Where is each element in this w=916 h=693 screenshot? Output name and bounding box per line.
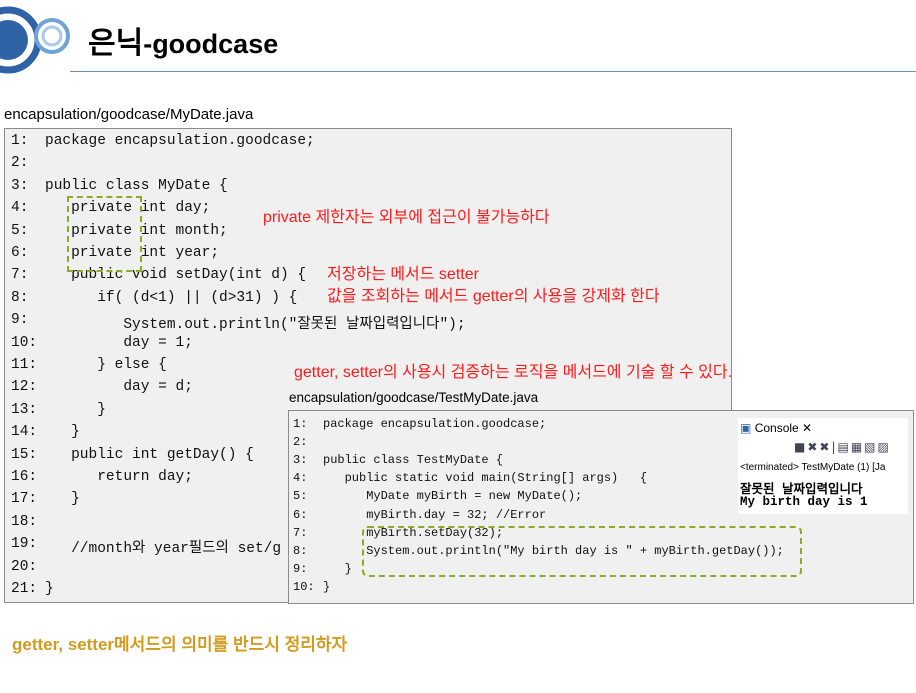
line-number: 1: bbox=[293, 417, 308, 431]
line-number: 15: bbox=[11, 446, 38, 463]
line-number: 17: bbox=[11, 491, 38, 508]
code-line: package encapsulation.goodcase; bbox=[323, 417, 547, 431]
console-panel: ▣ Console ✕ ■✖✖|▤▦▧▨ <terminated> TestMy… bbox=[738, 418, 908, 514]
line-number: 19: bbox=[11, 536, 38, 553]
line-number: 6: bbox=[293, 507, 308, 522]
validate-note: getter, setter의 사용시 검증하는 로직을 메서드에 기술 할 수… bbox=[294, 364, 733, 381]
line-number: 3: bbox=[11, 177, 29, 194]
setter-call-highlight-box bbox=[362, 526, 802, 577]
header-divider bbox=[70, 71, 916, 72]
line-number: 9: bbox=[293, 561, 308, 576]
line-number: 10: bbox=[293, 579, 315, 594]
code-line: package encapsulation.goodcase; bbox=[45, 133, 315, 149]
code-line: } bbox=[45, 424, 80, 441]
line-number: 11: bbox=[11, 357, 38, 373]
private-highlight-box bbox=[67, 196, 142, 272]
line-number: 16: bbox=[11, 469, 38, 485]
code-line: System.out.println("잘못된 날짜입력입니다"); bbox=[45, 317, 466, 334]
page-title: 은닉-goodcase bbox=[88, 26, 279, 61]
line-number: 18: bbox=[11, 513, 38, 530]
code-line: public class TestMyDate { bbox=[323, 453, 504, 468]
code-line: } bbox=[45, 401, 106, 418]
console-terminated-label: <terminated> TestMyDate (1) [Ja bbox=[740, 462, 886, 473]
line-number: 1: bbox=[11, 133, 29, 149]
line-number: 8: bbox=[11, 289, 29, 306]
line-number: 5: bbox=[293, 489, 308, 504]
line-number: 3: bbox=[293, 453, 308, 468]
console-output-line: My birth day is 1 bbox=[740, 495, 868, 509]
sub-file-label: encapsulation/goodcase/TestMyDate.java bbox=[289, 390, 539, 405]
main-file-label: encapsulation/goodcase/MyDate.java bbox=[4, 106, 254, 123]
code-line: } else { bbox=[45, 357, 167, 373]
code-line: public static void main(String[] args) { bbox=[323, 471, 648, 486]
line-number: 7: bbox=[11, 267, 29, 284]
code-line: public class MyDate { bbox=[45, 177, 228, 194]
code-line: } bbox=[323, 561, 352, 576]
code-line: public int getDay() { bbox=[45, 446, 254, 463]
logo-circles-icon bbox=[0, 6, 70, 74]
line-number: 4: bbox=[293, 471, 308, 486]
line-number: 6: bbox=[11, 245, 29, 261]
code-line: myBirth.day = 32; //Error bbox=[323, 507, 547, 522]
line-number: 5: bbox=[11, 222, 29, 239]
line-number: 13: bbox=[11, 401, 38, 418]
line-number: 2: bbox=[293, 435, 308, 450]
code-line: } bbox=[45, 581, 54, 597]
console-tab[interactable]: ▣ Console ✕ bbox=[740, 421, 812, 435]
line-number: 14: bbox=[11, 424, 38, 441]
code-line: day = 1; bbox=[45, 334, 193, 351]
getter-note: 값을 조회하는 메서드 getter의 사용을 강제화 한다 bbox=[327, 288, 660, 305]
code-line: day = d; bbox=[45, 379, 193, 396]
line-number: 21: bbox=[11, 581, 38, 597]
line-number: 10: bbox=[11, 334, 38, 351]
line-number: 12: bbox=[11, 379, 38, 396]
line-number: 4: bbox=[11, 200, 29, 217]
code-line: return day; bbox=[45, 469, 193, 485]
code-line: if( (d<1) || (d>31) ) { bbox=[45, 289, 298, 306]
code-line: MyDate myBirth = new MyDate(); bbox=[323, 489, 583, 504]
setter-note: 저장하는 메서드 setter bbox=[327, 266, 479, 283]
code-line: //month와 year필드의 set/g bbox=[45, 541, 282, 558]
code-line: } bbox=[45, 491, 80, 508]
bottom-note: getter, setter메서드의 의미를 반드시 정리하자 bbox=[12, 635, 348, 654]
console-icon: ▣ bbox=[740, 421, 752, 435]
code-line: } bbox=[323, 579, 331, 594]
line-number: 7: bbox=[293, 525, 308, 540]
line-number: 20: bbox=[11, 558, 38, 575]
line-number: 2: bbox=[11, 155, 29, 172]
line-number: 9: bbox=[11, 312, 29, 329]
private-note: private 제한자는 외부에 접근이 불가능하다 bbox=[263, 209, 550, 226]
line-number: 8: bbox=[293, 543, 308, 558]
console-toolbar-icons[interactable]: ■✖✖|▤▦▧▨ bbox=[794, 440, 891, 454]
